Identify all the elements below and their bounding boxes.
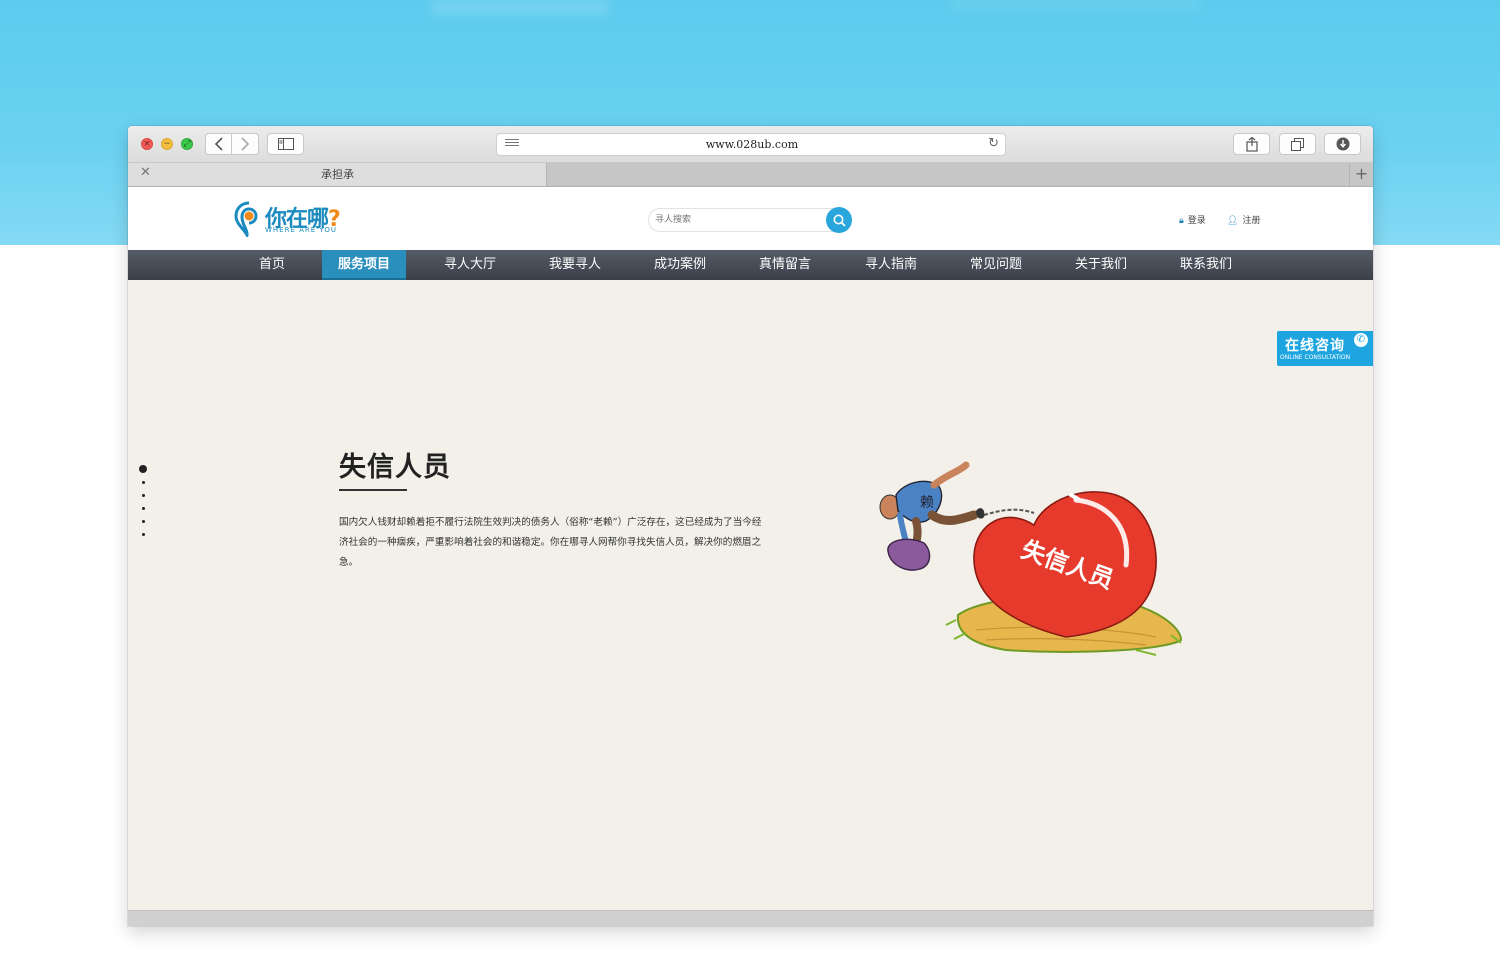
nav-item-home[interactable]: 首页 bbox=[242, 250, 302, 280]
chat-icon: ✆ bbox=[1354, 333, 1368, 347]
pagination-dot[interactable] bbox=[141, 520, 145, 523]
tabs-icon bbox=[1291, 137, 1304, 151]
share-button[interactable] bbox=[1233, 133, 1270, 155]
login-label: 登录 bbox=[1187, 216, 1206, 226]
chevron-right-icon bbox=[241, 137, 250, 151]
share-icon bbox=[1245, 136, 1258, 152]
site-header: 你在哪? WHERE ARE YOU 🔒︎登录 👤︎注册 bbox=[128, 187, 1373, 250]
new-tab-button[interactable]: + bbox=[1349, 163, 1373, 186]
close-tab-icon[interactable]: ✕ bbox=[140, 165, 151, 180]
search-box bbox=[648, 207, 852, 233]
address-bar[interactable]: www.028ub.com ↻ bbox=[496, 133, 1006, 156]
lock-icon: 🔒︎ bbox=[1179, 216, 1184, 226]
site-logo[interactable]: 你在哪? WHERE ARE YOU bbox=[234, 201, 344, 237]
minimize-window-button[interactable]: − bbox=[161, 138, 173, 150]
downloads-button[interactable] bbox=[1324, 133, 1361, 155]
nav-item-about[interactable]: 关于我们 bbox=[1062, 250, 1140, 280]
sidebar-icon bbox=[277, 138, 294, 150]
nav-item-guide[interactable]: 寻人指南 bbox=[852, 250, 930, 280]
debtor-heart-illustration: 失信人员 赖 bbox=[879, 461, 1183, 656]
background-glow bbox=[430, 0, 610, 14]
zoom-window-button[interactable]: ⤢ bbox=[181, 138, 193, 150]
close-icon: × bbox=[143, 139, 151, 149]
nav-item-faq[interactable]: 常见问题 bbox=[957, 250, 1035, 280]
search-input[interactable] bbox=[655, 212, 815, 228]
slide-pagination bbox=[138, 465, 148, 546]
logo-tagline: WHERE ARE YOU bbox=[265, 226, 337, 234]
online-consultation-button[interactable]: 在线咨询 ONLINE CONSULTATION ✆ bbox=[1277, 331, 1373, 366]
pagination-dot[interactable] bbox=[141, 533, 145, 536]
consult-subtitle: ONLINE CONSULTATION bbox=[1280, 354, 1351, 361]
url-text: www.028ub.com bbox=[705, 138, 799, 151]
tab-strip: 承担承 ✕ + bbox=[128, 163, 1373, 187]
main-content: 失信人员 国内欠人钱财却赖着拒不履行法院生效判决的债务人（俗称“老赖”）广泛存在… bbox=[128, 280, 1373, 910]
register-label: 注册 bbox=[1242, 216, 1261, 226]
chevron-left-icon bbox=[214, 137, 223, 151]
download-icon bbox=[1336, 137, 1349, 151]
back-button[interactable] bbox=[205, 133, 232, 155]
pagination-dot[interactable] bbox=[141, 481, 145, 484]
search-button[interactable] bbox=[826, 207, 852, 233]
nav-item-post-search[interactable]: 我要寻人 bbox=[536, 250, 614, 280]
title-underline bbox=[339, 489, 407, 491]
browser-window: × − ⤢ www.028ub.com ↻ 承担承 ✕ + 你在哪? WHERE… bbox=[128, 126, 1373, 926]
nav-item-messages[interactable]: 真情留言 bbox=[746, 250, 824, 280]
status-bar bbox=[128, 910, 1373, 926]
page-title: 失信人员 bbox=[339, 452, 451, 483]
back-label: 赖 bbox=[920, 495, 934, 511]
main-nav: 首页 服务项目 寻人大厅 我要寻人 成功案例 真情留言 寻人指南 常见问题 关于… bbox=[128, 250, 1373, 280]
location-pin-icon bbox=[234, 201, 258, 237]
minus-icon: − bbox=[163, 139, 171, 149]
consult-title: 在线咨询 bbox=[1285, 338, 1345, 354]
show-tabs-button[interactable] bbox=[1279, 133, 1316, 155]
description-text: 国内欠人钱财却赖着拒不履行法院生效判决的债务人（俗称“老赖”）广泛存在，这已经成… bbox=[339, 517, 762, 568]
nav-item-cases[interactable]: 成功案例 bbox=[641, 250, 719, 280]
pagination-dot[interactable] bbox=[141, 507, 145, 510]
expand-icon: ⤢ bbox=[183, 139, 191, 149]
pagination-dot-active[interactable] bbox=[139, 465, 147, 473]
sidebar-toggle-button[interactable] bbox=[267, 133, 304, 155]
register-link[interactable]: 👤︎ 注册 bbox=[1227, 213, 1260, 226]
browser-toolbar: × − ⤢ www.028ub.com ↻ bbox=[128, 126, 1373, 163]
background-glow bbox=[950, 0, 1200, 8]
search-icon bbox=[833, 214, 846, 227]
nav-item-services[interactable]: 服务项目 bbox=[322, 250, 406, 280]
browser-tab[interactable]: 承担承 ✕ bbox=[128, 163, 547, 186]
forward-button[interactable] bbox=[232, 133, 259, 155]
pagination-dot[interactable] bbox=[141, 494, 145, 497]
user-icon: 👤︎ bbox=[1227, 216, 1239, 226]
nav-item-contact[interactable]: 联系我们 bbox=[1167, 250, 1245, 280]
reload-icon[interactable]: ↻ bbox=[988, 136, 999, 151]
close-window-button[interactable]: × bbox=[141, 138, 153, 150]
nav-item-search-hall[interactable]: 寻人大厅 bbox=[431, 250, 509, 280]
login-link[interactable]: 🔒︎ 登录 bbox=[1179, 213, 1206, 226]
tab-title: 承担承 bbox=[321, 168, 354, 181]
